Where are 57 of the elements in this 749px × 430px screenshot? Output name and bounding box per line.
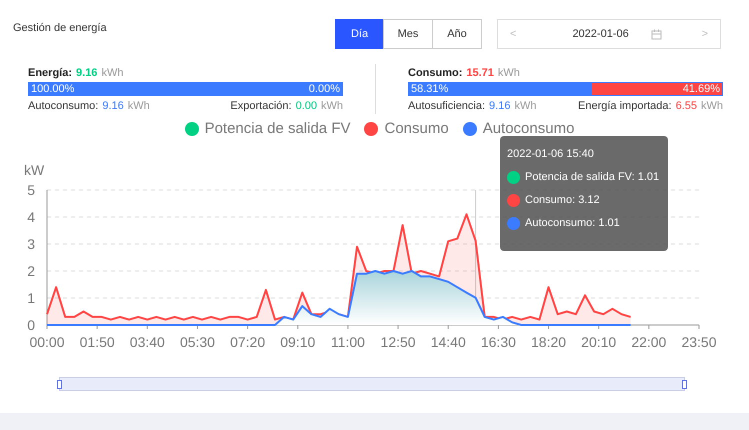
axis-unit: kW (24, 162, 44, 178)
stat-label: Consumo: (408, 66, 462, 80)
date-value: 2022-01-06 (572, 26, 629, 42)
y-tick-label: 2 (27, 263, 35, 279)
period-tab[interactable]: Año (432, 19, 482, 49)
detail-label: Autoconsumo: (28, 99, 98, 113)
detail-label: Autosuficiencia: (408, 99, 486, 113)
x-tick-label: 16:30 (480, 334, 516, 350)
detail-unit: kWh (514, 99, 536, 113)
y-tick-label: 1 (27, 290, 35, 306)
tooltip-text: Consumo: 3.12 (525, 193, 600, 207)
x-tick-label: 18:20 (531, 334, 566, 350)
ratio-percent: 58.31% (411, 82, 448, 96)
ratio-percent: 100.00% (31, 82, 74, 96)
y-tick-label: 3 (27, 236, 35, 252)
detail-value: 9.16 (102, 99, 124, 113)
x-tick-label: 00:00 (29, 334, 65, 350)
legend-label[interactable]: Consumo (384, 118, 449, 140)
stat-value: 9.16 (76, 66, 98, 80)
x-tick-label: 11:00 (330, 334, 365, 350)
period-tab[interactable]: Mes (383, 19, 433, 49)
x-tick-label: 20:10 (581, 334, 616, 350)
stat-label: Energía: (28, 66, 72, 80)
page-title: Gestión de energía (13, 21, 108, 36)
y-tick-label: 5 (27, 182, 35, 198)
detail-value: 6.55 (676, 99, 697, 113)
tooltip-text: Autoconsumo: 1.01 (525, 216, 620, 230)
detail-unit: kWh (128, 99, 150, 113)
stat-unit: kWh (498, 66, 520, 80)
y-tick-label: 4 (27, 209, 35, 225)
ratio-percent: 41.69% (682, 82, 720, 96)
tooltip-time: 2022-01-06 15:40 (507, 147, 595, 161)
y-tick-label: 0 (27, 317, 35, 333)
detail-label: Exportación: (230, 99, 292, 113)
ratio-percent: 0.00% (308, 82, 340, 96)
x-tick-label: 14:40 (430, 334, 466, 350)
period-tab[interactable]: Día (335, 19, 384, 49)
detail-value: 9.16 (489, 99, 510, 113)
calendar-icon (650, 28, 662, 40)
detail-unit: kWh (701, 99, 723, 113)
x-tick-label: 23:50 (681, 334, 717, 350)
detail-value: 0.00 (296, 99, 317, 113)
x-tick-label: 03:40 (130, 334, 165, 350)
stat-value: 15.71 (466, 66, 494, 80)
detail-unit: kWh (321, 99, 343, 113)
x-tick-label: 05:30 (180, 334, 215, 350)
legend-label[interactable]: Potencia de salida FV (204, 118, 350, 140)
handle-icon[interactable] (682, 380, 687, 389)
x-tick-label: 07:20 (230, 334, 266, 350)
x-tick-label: 09:10 (280, 334, 316, 350)
handle-icon[interactable] (57, 380, 62, 389)
tooltip-text: Potencia de salida FV: 1.01 (525, 170, 660, 184)
x-tick-label: 01:50 (80, 334, 115, 350)
x-tick-label: 22:00 (631, 334, 666, 350)
x-tick-label: 12:50 (380, 334, 416, 350)
detail-label: Energía importada: (578, 99, 672, 113)
stat-unit: kWh (101, 66, 124, 80)
